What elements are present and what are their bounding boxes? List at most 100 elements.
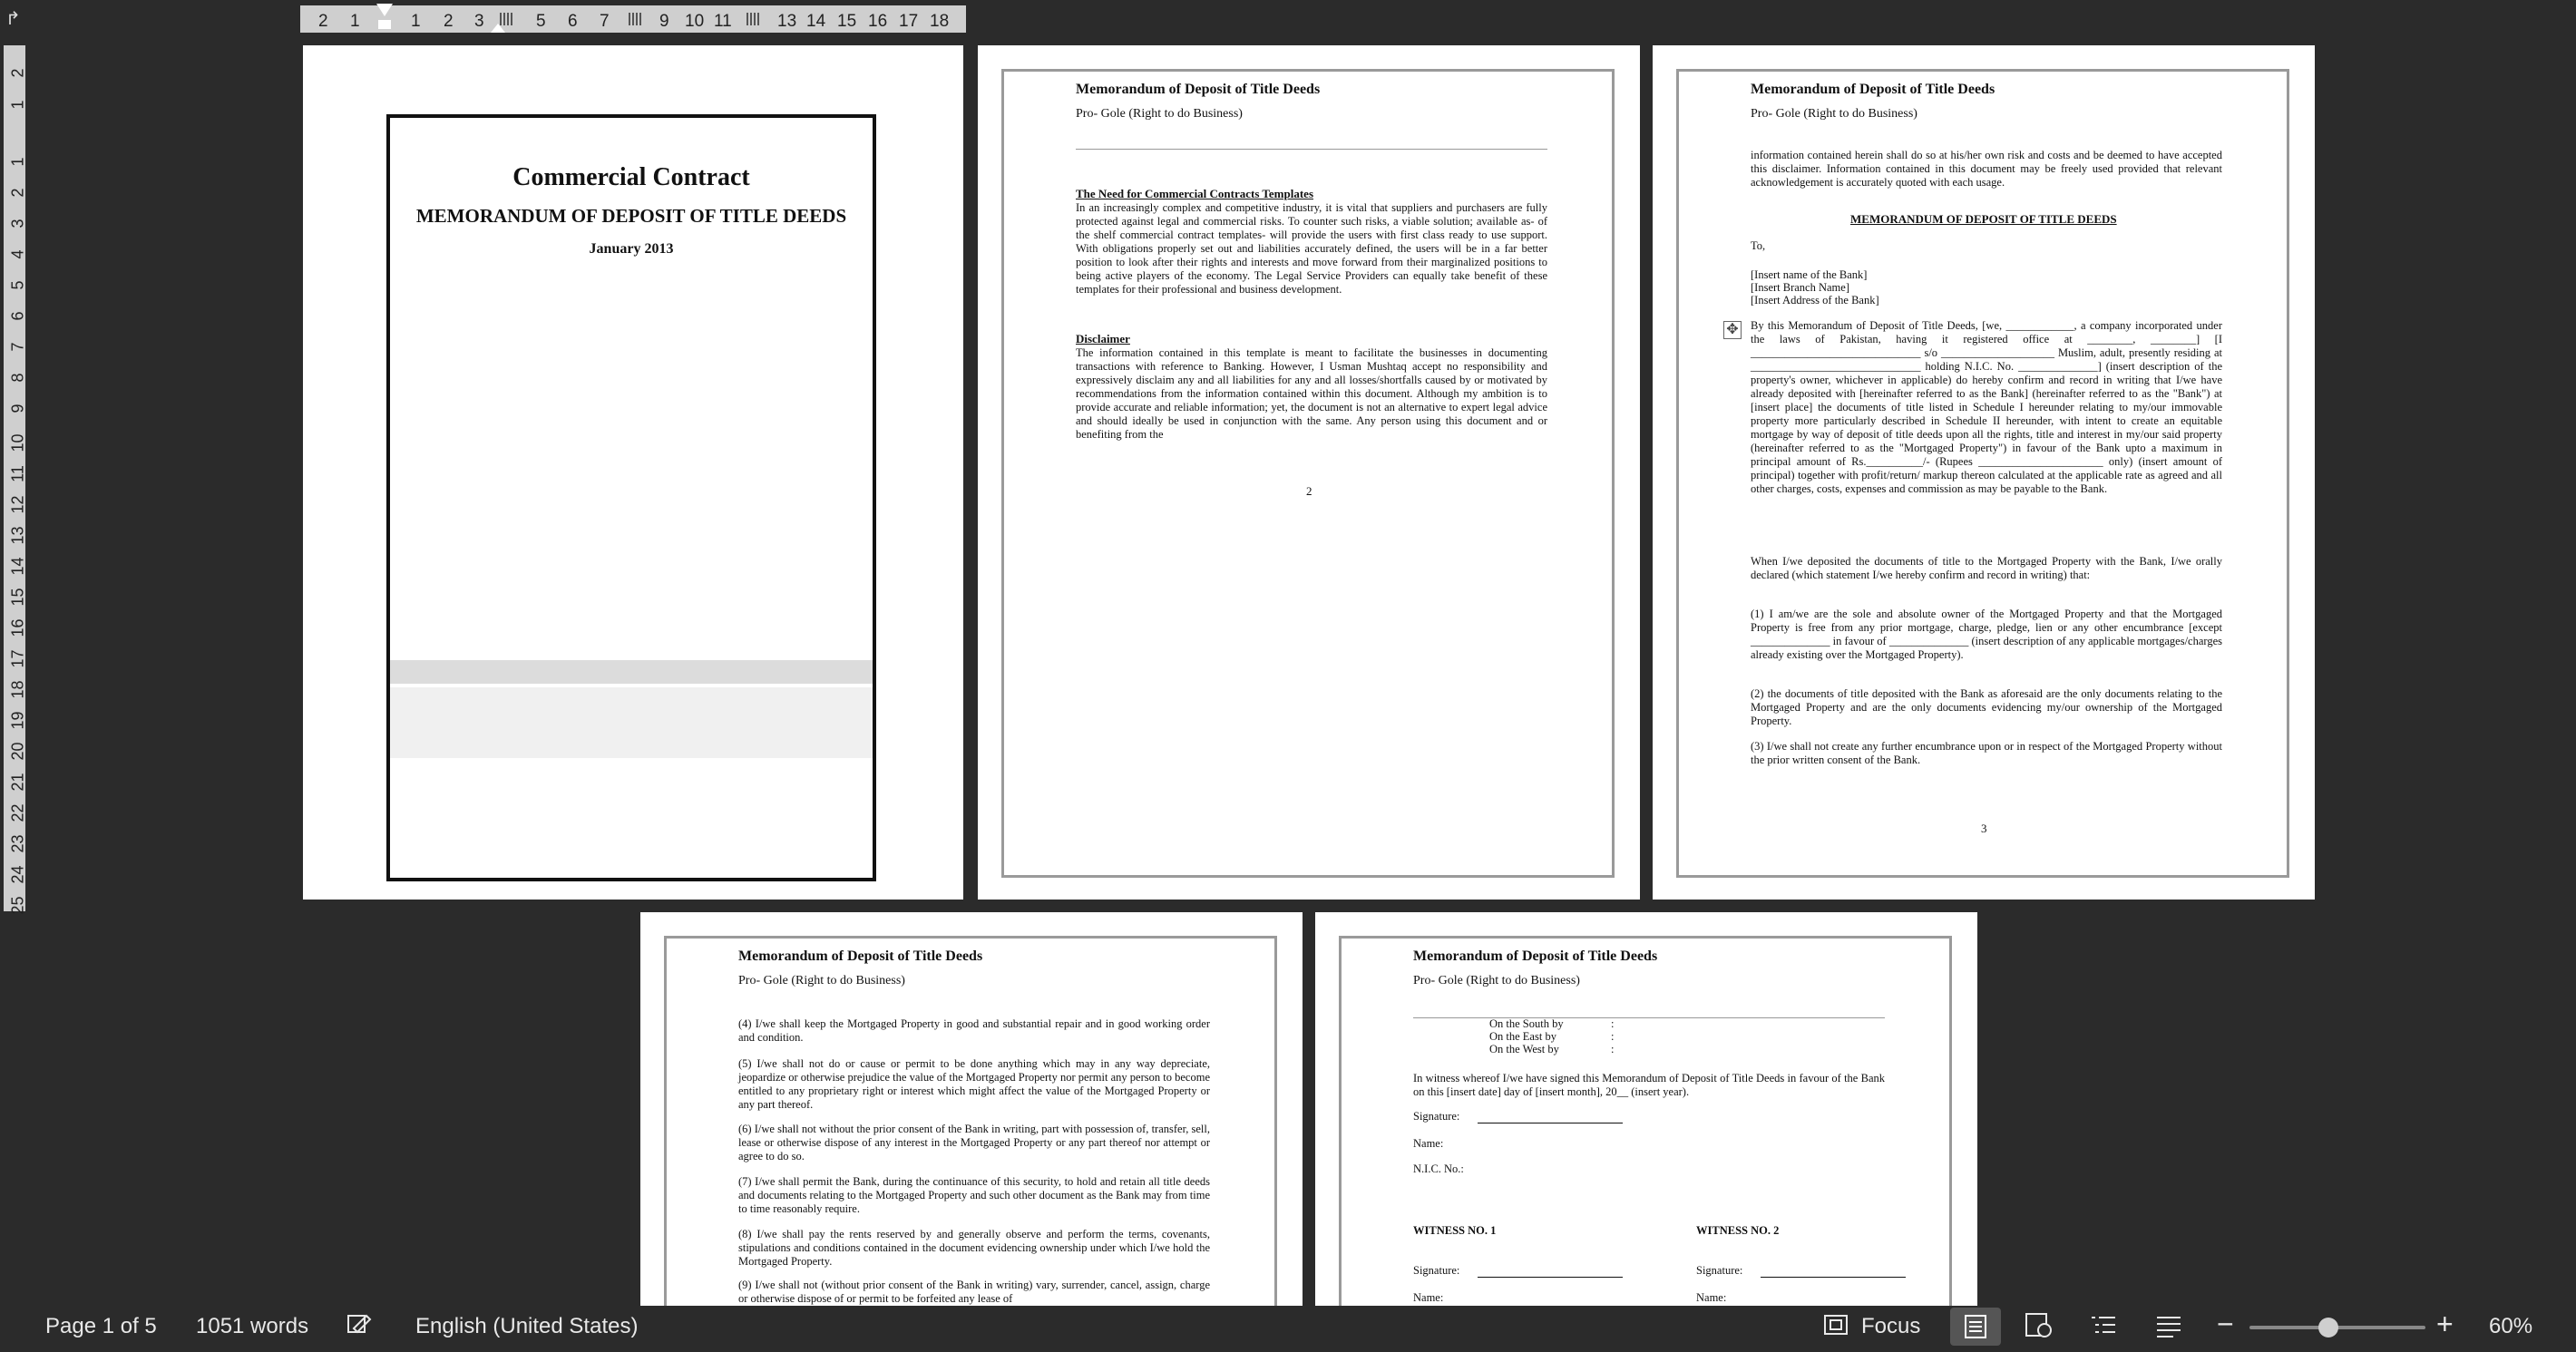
horizontal-ruler[interactable]: ↱ 2 1 1 2 3 5 6 7 9 10 11 13 14 15 16 17…: [0, 0, 2576, 36]
name-label: Name:: [1413, 1137, 1444, 1150]
page-count[interactable]: Page 1 of 5: [45, 1314, 157, 1339]
zoom-in-button[interactable]: +: [2436, 1308, 2454, 1341]
ruler-label: 7: [600, 12, 610, 31]
paragraph: (6) I/we shall not without the prior con…: [738, 1123, 1210, 1162]
paragraph: (4) I/we shall keep the Mortgaged Proper…: [738, 1017, 1210, 1044]
language-label[interactable]: English (United States): [415, 1314, 638, 1339]
ruler-label: 3: [8, 219, 27, 229]
zoom-slider[interactable]: [2249, 1318, 2425, 1337]
page-number: 2: [1306, 484, 1312, 498]
cover-band-dark: [390, 660, 873, 684]
paragraph: (9) I/we shall not (without prior consen…: [738, 1279, 1210, 1305]
address-line: [Insert name of the Bank]: [1751, 268, 1868, 281]
ruler-label: 3: [474, 12, 484, 31]
header-subtitle: Pro- Gole (Right to do Business): [738, 974, 905, 987]
page-5[interactable]: Memorandum of Deposit of Title Deeds Pro…: [1315, 912, 1977, 1306]
ruler-label: 1: [350, 12, 360, 31]
ruler-label: 10: [685, 12, 705, 31]
ruler-label: 1: [8, 157, 27, 167]
paragraph: (5) I/we shall not do or cause or permit…: [738, 1057, 1210, 1111]
header-rule: [1076, 149, 1547, 150]
header-title: Memorandum of Deposit of Title Deeds: [1751, 82, 1995, 97]
address-line: [Insert Branch Name]: [1751, 281, 1849, 294]
cover-date: January 2013: [589, 241, 674, 257]
header-title: Memorandum of Deposit of Title Deeds: [1413, 948, 1658, 964]
table-move-handle-icon[interactable]: ✥: [1723, 321, 1742, 339]
ruler-label: 23: [8, 834, 27, 853]
header-subtitle: Pro- Gole (Right to do Business): [1413, 974, 1580, 987]
address-to: To,: [1751, 239, 1766, 252]
column-marker-icon[interactable]: [746, 13, 759, 25]
focus-button[interactable]: Focus: [1861, 1314, 1920, 1339]
header-subtitle: Pro- Gole (Right to do Business): [1076, 107, 1243, 121]
ruler-label: 5: [536, 12, 546, 31]
outline-icon[interactable]: [2090, 1314, 2117, 1344]
signature-row: Signature:: [1413, 1264, 1624, 1278]
ruler-label: 2: [444, 12, 454, 31]
paragraph: The information contained in this templa…: [1076, 346, 1547, 441]
web-layout-icon[interactable]: [2025, 1312, 2054, 1346]
ruler-label: 8: [8, 373, 27, 383]
ruler-label: 9: [8, 404, 27, 413]
cover-border: Commercial Contract MEMORANDUM OF DEPOSI…: [386, 114, 876, 881]
header-title: Memorandum of Deposit of Title Deeds: [1076, 82, 1321, 97]
tab-stop-selector-icon[interactable]: ↱: [5, 7, 21, 30]
signature-row: Signature:: [1413, 1110, 1624, 1123]
ruler-label: 12: [8, 495, 27, 514]
boundary-colon: :: [1611, 1017, 1615, 1030]
ruler-label: 15: [837, 12, 857, 31]
paragraph: (8) I/we shall pay the rents reserved by…: [738, 1228, 1210, 1268]
print-layout-icon[interactable]: [1950, 1308, 2001, 1346]
ruler-label: 5: [8, 280, 27, 290]
column-marker-icon[interactable]: [629, 13, 641, 25]
ruler-label: 4: [8, 249, 27, 259]
proofing-icon[interactable]: [346, 1312, 374, 1344]
ruler-label: 2: [8, 68, 27, 78]
ruler-label: 6: [568, 12, 578, 31]
ruler-label: 16: [868, 12, 888, 31]
ruler-label: 22: [8, 803, 27, 822]
signature-label: Signature:: [1696, 1264, 1743, 1277]
word-count[interactable]: 1051 words: [196, 1314, 308, 1339]
witness-1-heading: WITNESS NO. 1: [1413, 1224, 1497, 1237]
ruler-label: 24: [8, 865, 27, 884]
page-3[interactable]: Memorandum of Deposit of Title Deeds Pro…: [1653, 45, 2315, 900]
ruler-label: 20: [8, 742, 27, 761]
section-heading: The Need for Commercial Contracts Templa…: [1076, 187, 1314, 200]
left-indent-marker-icon[interactable]: [378, 20, 391, 29]
ruler-label: 25: [8, 896, 27, 915]
zoom-slider-thumb[interactable]: [2318, 1318, 2339, 1337]
page-4[interactable]: Memorandum of Deposit of Title Deeds Pro…: [640, 912, 1303, 1306]
cover-title: Commercial Contract: [512, 163, 750, 191]
ruler-label: 11: [8, 465, 27, 482]
tab-marker-icon[interactable]: [491, 24, 505, 33]
focus-icon[interactable]: [1823, 1313, 1849, 1343]
address-line: [Insert Address of the Bank]: [1751, 294, 1879, 306]
paragraph: (7) I/we shall permit the Bank, during t…: [738, 1175, 1210, 1215]
nic-label: N.I.C. No.:: [1413, 1162, 1464, 1175]
ruler-label: 1: [411, 12, 421, 31]
zoom-level[interactable]: 60%: [2489, 1314, 2532, 1339]
ruler-label: 13: [8, 526, 27, 545]
paragraph: information contained herein shall do so…: [1751, 149, 2222, 189]
section-heading: MEMORANDUM OF DEPOSIT OF TITLE DEEDS: [1850, 212, 2117, 226]
zoom-out-button[interactable]: −: [2217, 1308, 2234, 1341]
ruler-track[interactable]: 2 1 1 2 3 5 6 7 9 10 11 13 14 15 16 17 1…: [300, 4, 966, 33]
ruler-track[interactable]: 2 1 1 2 3 4 5 6 7 8 9 10 11 12 13 14 15 …: [4, 45, 27, 915]
page-1-cover[interactable]: Commercial Contract MEMORANDUM OF DEPOSI…: [303, 45, 963, 900]
ruler-label: 1: [8, 100, 27, 110]
page-2[interactable]: Memorandum of Deposit of Title Deeds Pro…: [978, 45, 1640, 900]
ruler-label: 17: [8, 649, 27, 668]
ruler-label: 18: [8, 680, 27, 699]
section-heading: Disclaimer: [1076, 332, 1130, 345]
witness-paragraph: In witness whereof I/we have signed this…: [1413, 1072, 1885, 1098]
name-label: Name:: [1696, 1291, 1727, 1304]
draft-icon[interactable]: [2155, 1314, 2182, 1344]
ruler-label: 21: [8, 773, 27, 792]
vertical-ruler[interactable]: 2 1 1 2 3 4 5 6 7 8 9 10 11 12 13 14 15 …: [0, 36, 31, 1306]
ruler-label: 9: [659, 12, 669, 31]
signature-label: Signature:: [1413, 1110, 1460, 1123]
ruler-label: 14: [8, 557, 27, 576]
paragraph: (3) I/we shall not create any further en…: [1751, 740, 2222, 766]
indent-marker-icon[interactable]: [376, 4, 393, 16]
